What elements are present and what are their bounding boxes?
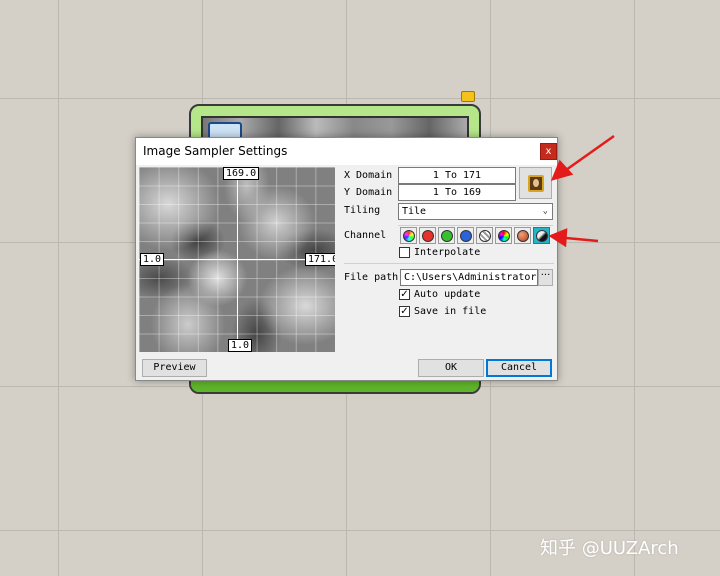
channel-blue-button[interactable] [457,227,474,244]
load-image-button[interactable] [519,167,552,199]
component-bottom-bar [191,380,479,392]
save-in-file-checkbox[interactable]: ✓ [399,306,410,317]
channel-hue-button[interactable] [495,227,512,244]
channel-brightness-button[interactable] [533,227,550,244]
x-domain-label: X Domain [344,170,393,181]
arrow-to-channel [565,236,599,243]
y-min-label: 1.0 [228,339,253,352]
red-icon [421,229,434,242]
save-in-file-label: Save in file [414,306,487,317]
alpha-icon [478,229,491,242]
preview-button[interactable]: Preview [142,359,207,377]
sample-preview-canvas[interactable]: 169.0 1.0 171.0 1.0 [139,167,335,352]
channel-red-button[interactable] [419,227,436,244]
colour-icon [402,229,415,242]
interpolate-checkbox[interactable] [399,247,410,258]
channel-alpha-button[interactable] [476,227,493,244]
arrow-to-image-button [565,134,615,172]
image-sampler-settings-dialog: Image Sampler Settings x 169.0 1.0 171.0… [135,137,558,381]
brightness-icon [535,229,548,242]
y-max-label: 169.0 [223,167,260,180]
ok-button[interactable]: OK [418,359,484,377]
tiling-label: Tiling [344,205,381,216]
cancel-button[interactable]: Cancel [486,359,552,377]
channel-saturation-button[interactable] [514,227,531,244]
interpolate-label: Interpolate [414,247,481,258]
y-domain-input[interactable]: 1 To 169 [398,184,516,201]
channel-colour-button[interactable] [400,227,417,244]
channel-label: Channel [344,230,387,241]
separator [344,263,554,264]
browse-button[interactable]: ··· [538,269,553,286]
blue-icon [459,229,472,242]
x-domain-input[interactable]: 1 To 171 [398,167,516,184]
chevron-down-icon: ⌄ [542,206,548,216]
portrait-icon [528,175,544,192]
file-path-input[interactable]: C:\Users\Administrator\De [400,269,538,286]
tiling-value: Tile [402,206,427,217]
channel-selector [398,226,553,245]
dialog-titlebar[interactable]: Image Sampler Settings x [136,138,557,165]
saturation-icon [516,229,529,242]
x-max-label: 171.0 [305,253,335,266]
watermark: 知乎 @UUZArch [540,538,679,559]
dialog-title: Image Sampler Settings [143,144,288,158]
channel-green-button[interactable] [438,227,455,244]
close-button[interactable]: x [540,143,557,160]
file-path-label: File path [344,272,399,283]
x-min-label: 1.0 [140,253,165,266]
warning-balloon-icon[interactable] [461,91,475,102]
y-domain-label: Y Domain [344,187,393,198]
auto-update-checkbox[interactable]: ✓ [399,289,410,300]
hue-icon [497,229,510,242]
auto-update-label: Auto update [414,289,481,300]
vertical-axis [237,167,238,352]
green-icon [440,229,453,242]
tiling-select[interactable]: Tile ⌄ [398,203,553,220]
